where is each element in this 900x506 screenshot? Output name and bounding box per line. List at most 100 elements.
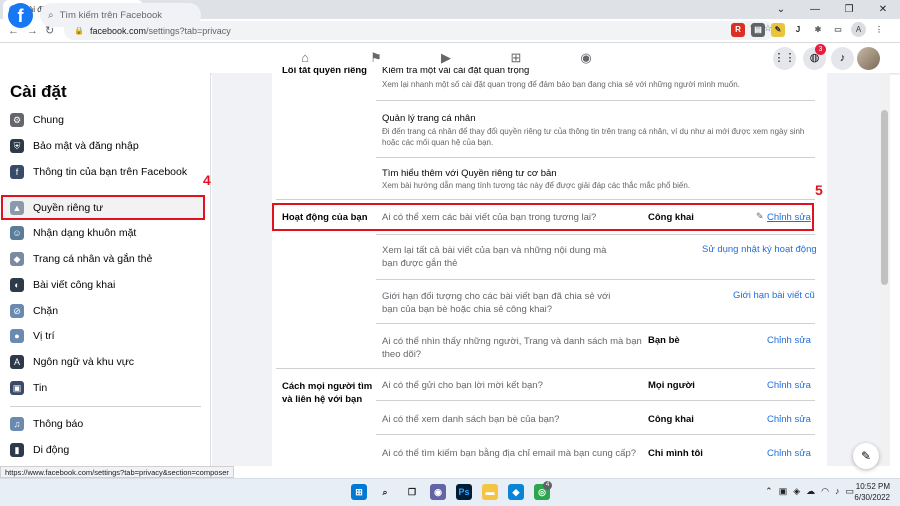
sidebar-item-label: Thông báo [33,418,84,430]
marketplace-icon[interactable]: ⊞ [506,49,526,67]
extension-j-icon[interactable]: J [791,22,805,37]
clock-date: 6/30/2022 [854,493,890,502]
activity-log-link[interactable]: Sử dụng nhật ký hoạt động [702,244,817,255]
chrome-menu-icon[interactable]: ⋮ [872,22,886,37]
sidebar-item-language[interactable]: A Ngôn ngữ và khu vực [4,350,204,374]
notifications-bell-icon[interactable]: ♪ [831,47,854,70]
divider [376,279,815,280]
setting-value: Mọi người [648,380,695,391]
minimize-icon[interactable]: — [798,0,832,19]
pages-flag-icon[interactable]: ⚑ [366,49,386,67]
edit-link[interactable]: Chỉnh sửa [767,448,811,459]
shortcuts-heading: Lối tắt quyền riêng tư [282,67,367,77]
tag-icon: ◆ [10,252,24,266]
taskbar-clock[interactable]: 10:52 PM 6/30/2022 [854,481,890,503]
onedrive-cloud-icon[interactable]: ☁ [806,486,815,497]
groups-icon[interactable]: ◉ [576,49,596,67]
tray-app-icon[interactable]: ▣ [779,486,788,497]
profile-avatar[interactable]: A [851,22,866,37]
extension-yellow-icon[interactable]: ✎ [771,22,785,37]
teams-chat-icon[interactable]: ◉ [430,484,446,500]
divider [376,434,815,435]
photoshop-icon[interactable]: Ps [456,484,472,500]
edit-link[interactable]: Chỉnh sửa [767,335,811,346]
extension-grey-icon[interactable]: ▤ [751,22,765,37]
face-icon: ☺ [10,226,24,240]
language-icon: A [10,355,24,369]
setting-question: Giới hạn đối tượng cho các bài viết bạn … [382,291,611,315]
setting-value: Bạn bè [648,335,680,346]
tray-app-icon[interactable]: ◈ [793,486,800,497]
setting-question: Ai có thể tìm kiếm bạn bằng địa chỉ emai… [382,448,637,459]
scrollbar-thumb[interactable] [881,110,888,285]
shortcut-1-title-wrap: Kiểm tra một vài cài đặt quan trọng [382,67,782,77]
sidebar-item-stories[interactable]: ▣ Tin [4,376,204,400]
sidebar-item-location[interactable]: ● Vị trí [4,324,204,348]
globe-icon: ◐ [10,278,24,292]
split-view-icon[interactable]: ▭ [831,22,845,37]
annotation-number-4: 4 [203,172,211,188]
tray-chevron-icon[interactable]: ⌃ [765,486,773,497]
sidebar-item-label: Nhận dạng khuôn mặt [33,227,137,239]
extensions-puzzle-icon[interactable]: ✱ [811,22,825,37]
sidebar-item-label: Ngôn ngữ và khu vực [33,356,135,368]
facebook-logo[interactable]: f [8,3,33,28]
address-path: /settings?tab=privacy [146,25,231,36]
lock-icon[interactable]: 🔒 [74,26,84,35]
close-window-icon[interactable]: ✕ [866,0,900,19]
tab-search-icon[interactable]: ⌄ [764,0,798,19]
sidebar-item-face-recognition[interactable]: ☺ Nhận dạng khuôn mặt [4,221,204,245]
account-avatar[interactable] [857,47,880,70]
edit-link[interactable]: Chỉnh sửa [767,414,811,425]
sidebar-item-profile-tagging[interactable]: ◆ Trang cá nhân và gắn thẻ [4,247,204,271]
sidebar-item-your-info[interactable]: f Thông tin của bạn trên Facebook [4,160,204,184]
file-explorer-icon[interactable]: ▬ [482,484,498,500]
search-placeholder: Tìm kiếm trên Facebook [59,9,163,21]
shortcut-title[interactable]: Kiểm tra một vài cài đặt quan trọng [382,67,529,76]
edit-link[interactable]: Chỉnh sửa [767,380,811,391]
sidebar-item-label: Tin [33,382,48,394]
shortcut-desc: Đi đến trang cá nhân để thay đổi quyền r… [382,127,805,147]
extensions-area: R ▤ ✎ J ✱ ▭ A ⋮ [731,22,886,37]
maximize-icon[interactable]: ❐ [832,0,866,19]
task-view-icon[interactable]: ❐ [404,484,420,500]
location-pin-icon: ● [10,329,24,343]
watch-video-icon[interactable]: ▶ [436,49,456,67]
sidebar-divider [10,406,201,407]
search-icon[interactable]: ⌕ [377,484,393,500]
shortcut-title[interactable]: Tìm hiểu thêm với Quyền riêng tư cơ bản [382,168,557,179]
sidebar-item-mobile[interactable]: ▮ Di động [4,438,204,462]
extension-red-icon[interactable]: R [731,22,745,37]
sidebar-item-label: Thông tin của bạn trên Facebook [33,166,188,178]
sidebar-item-label: Trang cá nhân và gắn thẻ [33,253,153,265]
shortcut-title[interactable]: Quản lý trang cá nhân [382,113,475,124]
facebook-info-icon: f [10,165,24,179]
limit-past-posts-link[interactable]: Giới hạn bài viết cũ [733,290,815,301]
address-host: facebook.com [89,25,146,36]
sidebar-item-public-posts[interactable]: ◐ Bài viết công khai [4,273,204,297]
sidebar-item-general[interactable]: ⚙ Chung [4,108,204,132]
divider [376,234,815,235]
sidebar-item-security[interactable]: ⛨ Bảo mật và đăng nhập [4,134,204,158]
divider [376,157,815,158]
sidebar-item-label: Chung [33,114,64,126]
sidebar-item-label: Vị trí [33,330,55,342]
facebook-search-input[interactable]: ⌕ Tìm kiếm trên Facebook [40,3,201,27]
section-divider [276,368,815,369]
divider [376,323,815,324]
new-message-compose-icon[interactable]: ✎ [853,443,879,469]
setting-value: Chỉ mình tôi [648,448,703,459]
start-windows-icon[interactable]: ⊞ [351,484,367,500]
chrome-badge: 4 [543,481,552,490]
contact-heading: Cách mọi người tìm và liên hệ với bạn [282,381,373,405]
battery-icon[interactable]: ▭ [845,486,854,497]
setting-question: Xem lại tất cả bài viết của bạn và những… [382,245,607,269]
volume-icon[interactable]: ♪ [835,486,840,497]
sidebar-item-blocking[interactable]: ⊘ Chặn [4,299,204,323]
messenger-app-icon[interactable]: ◆ [508,484,524,500]
highlight-box-privacy [1,195,205,220]
sidebar-item-notifications[interactable]: ♫ Thông báo [4,412,204,436]
wifi-icon[interactable]: ◠ [821,486,829,497]
home-icon[interactable]: ⌂ [295,49,315,67]
annotation-number-5: 5 [815,182,823,198]
